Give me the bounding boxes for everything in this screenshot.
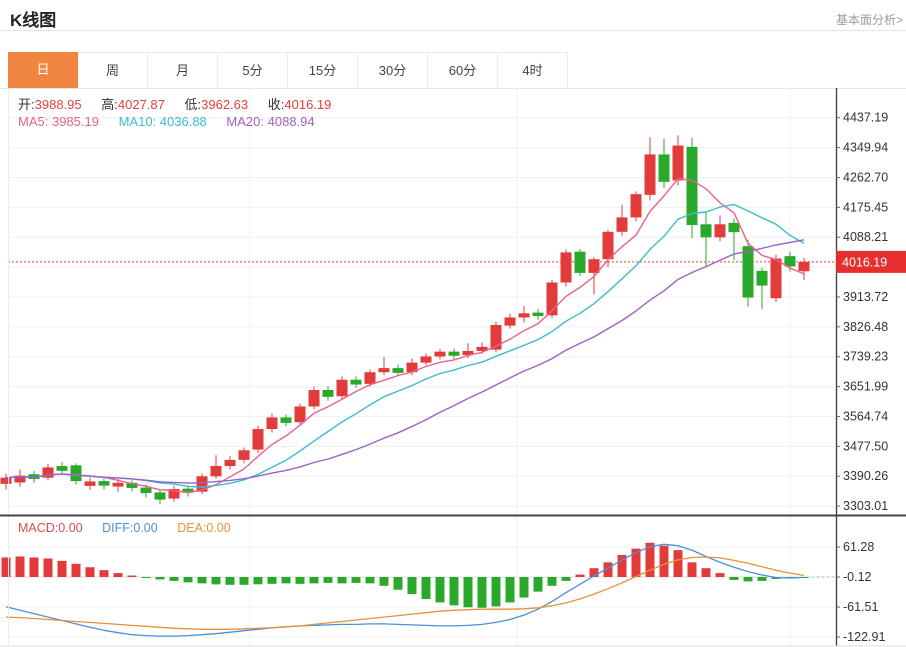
open-label: 开:	[18, 97, 35, 112]
macd-legend: MACD:0.00 DIFF:0.00 DEA:0.00	[18, 521, 231, 535]
low-label: 低:	[184, 97, 202, 112]
diff-line	[5, 543, 805, 637]
diff-value: DIFF:0.00	[102, 521, 158, 535]
svg-text:-61.51: -61.51	[843, 600, 878, 614]
svg-text:4016.19: 4016.19	[842, 255, 887, 269]
ma10-line	[5, 203, 805, 488]
macd-value: MACD:0.00	[18, 521, 83, 535]
svg-text:3390.26: 3390.26	[843, 469, 888, 483]
svg-text:3477.50: 3477.50	[843, 439, 888, 453]
close-value: 4016.19	[284, 97, 332, 112]
low-value: 3962.63	[201, 97, 249, 112]
y-axis-labels: 4437.19 4349.94 4262.70 4175.45 4088.21 3913.…	[836, 111, 888, 644]
dea-value: DEA:0.00	[177, 521, 231, 535]
svg-text:4262.70: 4262.70	[843, 170, 888, 184]
ma-legend: MA5: 3985.19 MA10: 4036.88 MA20: 4088.94	[18, 114, 315, 129]
macd-histogram	[1, 542, 809, 608]
svg-text:-0.12: -0.12	[843, 570, 872, 584]
ma5-line	[5, 177, 805, 494]
svg-text:3651.99: 3651.99	[843, 380, 888, 394]
grid	[8, 88, 836, 646]
svg-text:4349.94: 4349.94	[843, 141, 888, 155]
ma20-label: MA20: 4088.94	[226, 114, 315, 129]
price-badge: 4016.19	[836, 250, 906, 273]
candlesticks	[0, 135, 810, 505]
chart-frame	[0, 88, 906, 647]
ohlc-legend: 开:3988.95 高:4027.87 低:3962.63 收:4016.19	[18, 94, 331, 113]
svg-text:4437.19: 4437.19	[843, 111, 888, 125]
close-label: 收:	[267, 97, 285, 112]
ma5-label: MA5: 3985.19	[18, 114, 99, 129]
svg-text:3564.74: 3564.74	[843, 409, 888, 423]
svg-text:4088.21: 4088.21	[843, 230, 888, 244]
kline-widget: K线图 基本面分析> 日 周 月 5分 15分 30分 60分 4时 4437.…	[0, 0, 906, 647]
svg-text:61.28: 61.28	[843, 540, 874, 554]
high-value: 4027.87	[117, 97, 165, 112]
svg-text:3913.72: 3913.72	[843, 290, 888, 304]
svg-text:3739.23: 3739.23	[843, 350, 888, 364]
svg-text:3826.48: 3826.48	[843, 320, 888, 334]
high-label: 高:	[101, 97, 118, 112]
svg-text:4175.45: 4175.45	[843, 200, 888, 214]
open-value: 3988.95	[34, 97, 82, 112]
dea-line	[5, 556, 805, 630]
svg-text:3303.01: 3303.01	[843, 499, 888, 513]
svg-text:-122.91: -122.91	[843, 630, 885, 644]
ma10-label: MA10: 4036.88	[118, 114, 207, 129]
